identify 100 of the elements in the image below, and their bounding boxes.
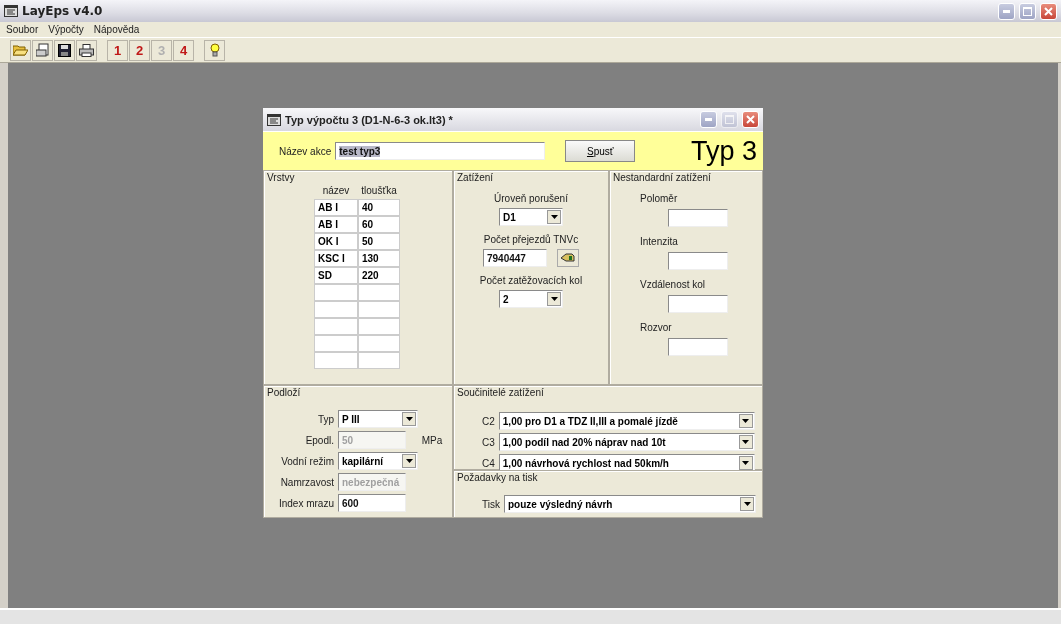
dropdown-arrow-icon (742, 419, 750, 423)
column-header: název (321, 185, 351, 198)
dropdown[interactable]: 1,00 pro D1 a TDZ II,III a pomalé jízdě (498, 412, 755, 430)
table-cell[interactable]: OK I (314, 233, 358, 250)
field-label: Intenzita (640, 236, 678, 247)
document-icon (35, 43, 50, 57)
app-icon (267, 113, 281, 126)
close-icon (746, 115, 755, 124)
field-label: Poloměr (640, 193, 678, 204)
menu-item[interactable]: Výpočty (48, 24, 84, 35)
dropdown-arrow-icon (743, 502, 751, 506)
group-title: Součinitelé zatížení (457, 387, 544, 398)
hint-button[interactable] (204, 39, 225, 61)
minimize-button[interactable] (998, 2, 1015, 20)
folder-icon (13, 44, 28, 56)
field-label: Rozvor (640, 322, 672, 333)
calculator-button[interactable] (557, 249, 579, 267)
input-field[interactable] (668, 295, 728, 313)
dropdown-arrow-icon (550, 297, 558, 301)
table-cell[interactable] (358, 284, 400, 301)
close-button[interactable] (1040, 2, 1057, 20)
minimize-icon (705, 118, 712, 121)
table-cell[interactable] (358, 301, 400, 318)
minimize-icon (1003, 9, 1010, 13)
table-cell[interactable] (314, 284, 358, 301)
close-icon (1044, 6, 1053, 16)
field-label: Počet zatěžovacích kol (479, 275, 583, 286)
input-field[interactable] (668, 209, 728, 227)
field-label: Vzdálenost kol (640, 279, 706, 290)
number-button[interactable]: 1 (107, 39, 128, 61)
table-cell[interactable] (314, 352, 358, 369)
table-cell[interactable] (358, 352, 400, 369)
table-cell[interactable]: AB I (314, 199, 358, 216)
dropdown-arrow-icon (550, 215, 558, 219)
table-cell[interactable] (314, 301, 358, 318)
field-label: Index mrazu (277, 497, 334, 509)
dropdown-arrow-icon (742, 440, 750, 444)
save-button[interactable] (54, 39, 75, 61)
close-button[interactable] (742, 111, 759, 128)
input-field[interactable]: test typ3 (335, 142, 546, 160)
dialog-title: Typ výpočtu 3 (D1-N-6-3 ok.lt3) * (285, 113, 454, 126)
table-cell[interactable] (358, 318, 400, 335)
floppy-icon (58, 43, 71, 57)
maximize-icon (725, 115, 734, 124)
table-cell[interactable] (314, 318, 358, 335)
dropdown-arrow-icon (405, 417, 413, 421)
dropdown-arrow-icon (405, 459, 413, 463)
field-label: Typ (316, 413, 334, 425)
field-label: Úroveň porušení (494, 193, 568, 204)
printer-icon (79, 43, 94, 57)
dropdown[interactable]: 1,00 podíl nad 20% náprav nad 10t (498, 433, 755, 451)
menu-item[interactable]: Nápověda (93, 24, 140, 35)
preview-button[interactable] (32, 39, 53, 61)
table-cell[interactable]: 40 (358, 199, 400, 216)
field-label: C2 (482, 415, 495, 427)
field-label: C4 (482, 457, 495, 469)
dropdown[interactable]: 2 (499, 290, 563, 308)
table-cell[interactable]: 50 (358, 233, 400, 250)
field-label: Počet přejezdů TNVc (483, 234, 579, 245)
dropdown[interactable]: P III (338, 410, 418, 428)
field-label: Epodl. (304, 434, 334, 446)
table-cell[interactable]: 60 (358, 216, 400, 233)
field-label: Tisk (482, 498, 500, 510)
group-title: Zatížení (457, 172, 494, 183)
run-button[interactable]: Spusť (565, 140, 636, 162)
table-cell[interactable]: SD (314, 267, 358, 284)
column-header: tloušťka (360, 185, 398, 198)
print-button[interactable] (76, 39, 97, 61)
table-cell[interactable]: 220 (358, 267, 400, 284)
table-cell[interactable] (358, 335, 400, 352)
input-field[interactable]: 600 (338, 494, 406, 512)
table-cell[interactable]: 130 (358, 250, 400, 267)
dropdown-arrow-icon (742, 461, 750, 465)
input-field[interactable] (668, 338, 728, 356)
open-button[interactable] (10, 39, 31, 61)
number-button[interactable]: 2 (129, 39, 150, 61)
app-icon (4, 5, 18, 17)
dropdown[interactable]: kapilární (338, 452, 418, 470)
maximize-button[interactable] (1019, 2, 1036, 20)
menu-item[interactable]: Soubor (6, 24, 39, 35)
number-button[interactable]: 4 (173, 39, 194, 61)
field-label: Namrzavost (279, 476, 334, 488)
maximize-icon (1023, 6, 1032, 16)
group-title: Vrstvy (267, 172, 295, 183)
minimize-button[interactable] (700, 111, 717, 128)
field-label: Vodní režim (280, 455, 334, 467)
field-label: C3 (482, 436, 495, 448)
table-cell[interactable]: AB I (314, 216, 358, 233)
group-title: Nestandardní zatížení (613, 172, 711, 183)
dropdown[interactable]: pouze výsledný návrh (503, 495, 756, 513)
input-field[interactable] (668, 252, 728, 270)
table-cell[interactable] (314, 335, 358, 352)
group-title: Požadavky na tisk (457, 472, 538, 483)
input-field[interactable]: 7940447 (483, 249, 547, 267)
dropdown[interactable]: D1 (499, 208, 563, 226)
table-cell[interactable]: KSC I (314, 250, 358, 267)
type-heading: Typ 3 (690, 135, 757, 167)
window-title: LayEps v4.0 (22, 4, 104, 18)
group-title: Podloží (267, 387, 301, 398)
field-label: Název akce (279, 145, 332, 157)
